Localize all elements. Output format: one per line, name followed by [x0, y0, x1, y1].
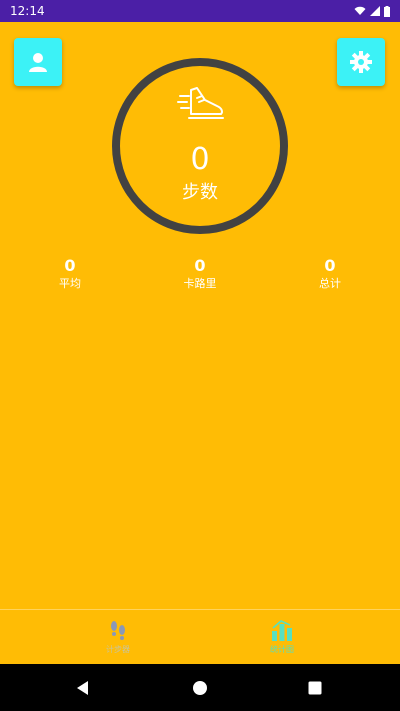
nav-label-statistics: 统计图 [270, 645, 294, 654]
total-label: 总计 [319, 277, 341, 290]
step-count: 0 [190, 142, 210, 177]
calories-value: 0 [194, 256, 206, 275]
average-label: 平均 [59, 277, 81, 290]
recents-button[interactable] [306, 679, 324, 697]
step-label: 步数 [182, 182, 218, 203]
recents-icon [308, 681, 322, 695]
person-icon [29, 53, 47, 72]
wifi-icon [354, 6, 366, 15]
stat-total: 0 总计 [285, 256, 375, 292]
bar-chart-icon [272, 620, 292, 641]
stat-calories: 0 卡路里 [155, 256, 245, 292]
signal-icon [370, 6, 380, 16]
bottom-nav: 计步器 统计图 [0, 609, 400, 664]
total-value: 0 [324, 256, 336, 275]
home-icon [193, 681, 207, 695]
nav-item-pedometer[interactable]: 计步器 [78, 618, 158, 656]
back-button[interactable] [74, 679, 92, 697]
status-icons [354, 5, 390, 17]
system-nav-bar [0, 664, 400, 711]
nav-item-statistics[interactable]: 统计图 [242, 618, 322, 656]
gear-icon [350, 51, 372, 73]
status-bar: 12:14 [0, 0, 400, 22]
settings-button[interactable] [337, 38, 385, 86]
profile-button[interactable] [14, 38, 62, 86]
battery-icon [384, 5, 390, 17]
home-button[interactable] [191, 679, 209, 697]
back-icon [77, 681, 88, 695]
average-value: 0 [64, 256, 76, 275]
calories-label: 卡路里 [183, 277, 217, 290]
app-screen: 12:14 0 步数 0 平均 0 卡路里 0 总计 计步器 统计图 [0, 0, 400, 711]
running-shoe-icon [177, 87, 224, 119]
nav-label-pedometer: 计步器 [106, 645, 130, 654]
footprints-icon [111, 621, 125, 640]
status-time: 12:14 [10, 4, 45, 18]
stat-average: 0 平均 [25, 256, 115, 292]
